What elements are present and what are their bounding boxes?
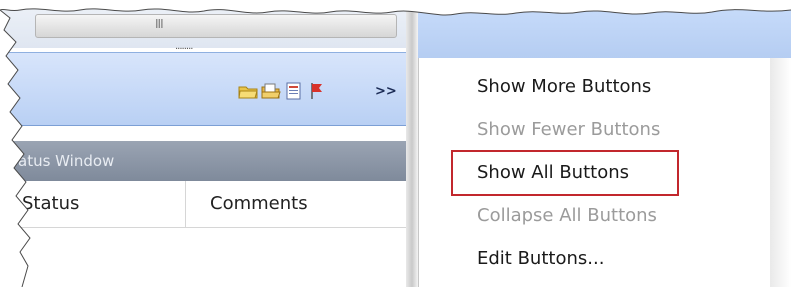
toolbar	[0, 52, 418, 126]
toolbar-icons	[238, 80, 327, 102]
folder-icon[interactable]	[238, 81, 258, 101]
menu-shadow	[770, 58, 791, 287]
flag-icon[interactable]	[307, 81, 327, 101]
resize-grip[interactable]: ........	[175, 42, 193, 52]
open-folder-icon[interactable]	[261, 81, 281, 101]
menu-item-collapse-all-buttons: Collapse All Buttons	[477, 205, 657, 226]
application-window: III ........ >> atus Window Status Comme…	[0, 0, 418, 287]
status-window-title: atus Window	[18, 152, 115, 170]
status-list	[0, 228, 418, 287]
menu-item-show-fewer-buttons: Show Fewer Buttons	[477, 119, 661, 140]
menu-header-area	[418, 0, 791, 58]
document-icon[interactable]	[284, 81, 304, 101]
menu-item-show-more-buttons[interactable]: Show More Buttons	[477, 76, 651, 97]
column-separator[interactable]	[185, 181, 186, 227]
highlight-box	[451, 150, 679, 196]
toolbar-overflow-chevron[interactable]: >>	[375, 80, 397, 102]
column-header-comments[interactable]: Comments	[210, 193, 308, 214]
splitter[interactable]	[406, 0, 418, 287]
scrollbar-grip[interactable]: III	[155, 17, 164, 31]
menu-item-edit-buttons[interactable]: Edit Buttons...	[477, 248, 604, 269]
column-header-status[interactable]: Status	[22, 193, 79, 214]
horizontal-scrollbar[interactable]	[35, 14, 397, 38]
